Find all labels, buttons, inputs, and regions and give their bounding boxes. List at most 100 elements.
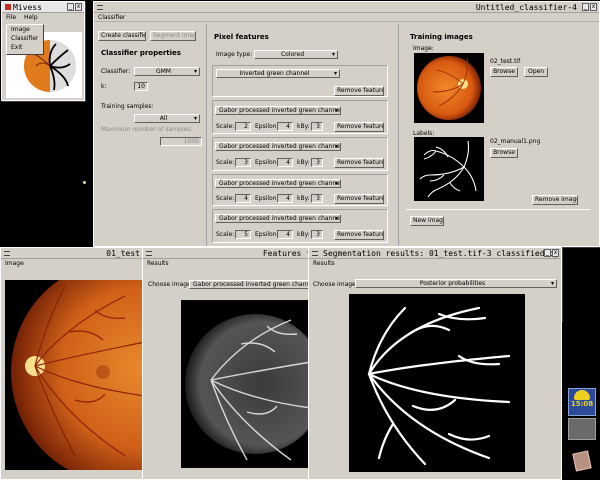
menu-image[interactable]: Image [5, 260, 24, 267]
scale-field[interactable]: 5 [235, 230, 251, 239]
scale-label: Scale: [216, 159, 235, 166]
feature-select-gabor-4[interactable]: Gabor processed inverted green channel [215, 214, 341, 223]
menu-results[interactable]: Results [313, 260, 335, 267]
menu-file[interactable]: File [6, 14, 16, 21]
browse-labels-button[interactable]: Browse [490, 148, 518, 158]
open-image-button[interactable]: Open [524, 67, 548, 77]
menu-results[interactable]: Results [147, 260, 169, 267]
close-icon[interactable]: x [590, 3, 597, 11]
trash-icon[interactable] [572, 450, 592, 472]
remove-feature-button[interactable]: Remove feature [334, 158, 384, 168]
new-image-button[interactable]: New image [410, 216, 444, 226]
scale-field[interactable]: 3 [235, 158, 251, 167]
image-window-menubar: Image [1, 259, 154, 268]
epsilon-label: Epsilon: [255, 231, 279, 238]
segmentation-menubar: Results [309, 259, 561, 268]
image-window: 01_test Image [0, 247, 155, 480]
labels-filename: 02_manual1.png [490, 138, 541, 145]
launcher-menubar: File Help [2, 13, 84, 22]
tray-icon-grid[interactable] [568, 418, 596, 440]
retina-image [5, 280, 154, 470]
epsilon-field[interactable]: 4 [277, 194, 293, 203]
window-menu-icon[interactable] [312, 250, 318, 256]
max-samples-field[interactable]: 1000 [160, 137, 202, 146]
epsilon-field[interactable]: 4 [277, 230, 293, 239]
k-label: k: [101, 83, 107, 90]
menu-item-image[interactable]: Image [7, 25, 43, 34]
feature-select-inverted-green[interactable]: Inverted green channel [216, 69, 340, 78]
minimize-icon[interactable]: _ [67, 3, 74, 11]
features-window: Features f Results Choose image: Gabor p… [142, 247, 318, 480]
remove-image-button[interactable]: Remove image [532, 195, 578, 205]
segmentation-titlebar[interactable]: Segmentation results: 01_test.tif-3 clas… [309, 248, 561, 259]
kby-field[interactable]: 3 [311, 122, 323, 131]
training-image-filename: 02_test.tif [490, 58, 521, 65]
scale-field[interactable]: 4 [235, 194, 251, 203]
feature-select-gabor-3[interactable]: Gabor processed inverted green channel [215, 179, 341, 188]
feature-select-gabor-2[interactable]: Gabor processed inverted green channel [215, 142, 341, 151]
browse-image-button[interactable]: Browse [490, 67, 518, 77]
close-icon[interactable]: x [552, 249, 559, 257]
kby-field[interactable]: 3 [311, 158, 323, 167]
segmentation-window: Segmentation results: 01_test.tif-3 clas… [308, 247, 562, 480]
features-title: Features f [262, 249, 311, 258]
remove-feature-button[interactable]: Remove feature [334, 230, 384, 240]
kby-label: kBy: [297, 159, 310, 166]
minimize-icon[interactable]: _ [544, 249, 551, 257]
menu-classifier[interactable]: Classifier [98, 14, 125, 21]
classifier-label: Classifier: [101, 68, 131, 75]
image-label: Image: [413, 45, 434, 52]
image-window-titlebar[interactable]: 01_test [1, 248, 154, 259]
minimize-icon[interactable]: _ [582, 3, 589, 11]
scale-label: Scale: [216, 231, 235, 238]
menu-item-exit[interactable]: Exit [7, 43, 43, 52]
epsilon-label: Epsilon: [255, 123, 279, 130]
clock-icon [574, 390, 590, 400]
clock-time: 15:08 [570, 400, 594, 408]
k-field[interactable]: 10 [134, 82, 148, 91]
scale-field[interactable]: 2 [235, 122, 251, 131]
classifier-titlebar[interactable]: Untitled_classifier-4 _ x [94, 2, 599, 13]
window-menu-icon[interactable] [4, 250, 10, 256]
image-type-select[interactable]: Colored [254, 50, 338, 59]
close-icon[interactable]: x [75, 3, 82, 11]
window-menu-icon[interactable] [146, 250, 152, 256]
pane-divider-1 [206, 24, 207, 246]
features-titlebar[interactable]: Features f [143, 248, 317, 259]
kby-field[interactable]: 3 [311, 194, 323, 203]
desktop-dock: 15:08 [562, 322, 600, 480]
training-separator [406, 209, 590, 210]
kby-label: kBy: [297, 231, 310, 238]
launcher-titlebar[interactable]: Mivess _ x [2, 2, 84, 13]
features-choose-label: Choose image: [148, 281, 193, 288]
create-classifier-button[interactable]: Create classifier [98, 31, 146, 41]
menu-help[interactable]: Help [24, 14, 38, 21]
scale-label: Scale: [216, 195, 235, 202]
epsilon-field[interactable]: 4 [277, 122, 293, 131]
segmentation-result-image [349, 294, 525, 472]
kby-field[interactable]: 3 [311, 230, 323, 239]
feature-select-gabor-1[interactable]: Gabor processed inverted green channel [215, 106, 341, 115]
scale-label: Scale: [216, 123, 235, 130]
features-choose-select[interactable]: Gabor processed inverted green channel [189, 280, 317, 289]
training-samples-select[interactable]: All [134, 114, 200, 123]
labels-image-thumbnail [414, 137, 484, 201]
segmentation-choose-select[interactable]: Posterior probabilities [355, 279, 557, 288]
training-samples-label: Training samples: [101, 103, 154, 110]
remove-feature-button[interactable]: Remove feature [334, 86, 384, 96]
segment-image-button[interactable]: Segment image [150, 31, 196, 41]
max-samples-label: Maximum number of samples: [101, 126, 193, 133]
remove-feature-button[interactable]: Remove feature [334, 122, 384, 132]
clock-widget[interactable]: 15:08 [568, 388, 596, 416]
epsilon-label: Epsilon: [255, 159, 279, 166]
classifier-properties-header: Classifier properties [101, 49, 181, 57]
epsilon-field[interactable]: 4 [277, 158, 293, 167]
classifier-select[interactable]: GMM [134, 67, 200, 76]
remove-feature-button[interactable]: Remove feature [334, 194, 384, 204]
menu-item-classifier[interactable]: Classifier [7, 34, 43, 43]
kby-label: kBy: [297, 123, 310, 130]
pane-divider-2 [398, 24, 399, 246]
file-menu-dropdown: Image Classifier Exit [6, 24, 44, 55]
window-menu-icon[interactable] [97, 4, 103, 10]
launcher-window: Mivess _ x File Help Image Classifier Exi… [1, 1, 85, 101]
